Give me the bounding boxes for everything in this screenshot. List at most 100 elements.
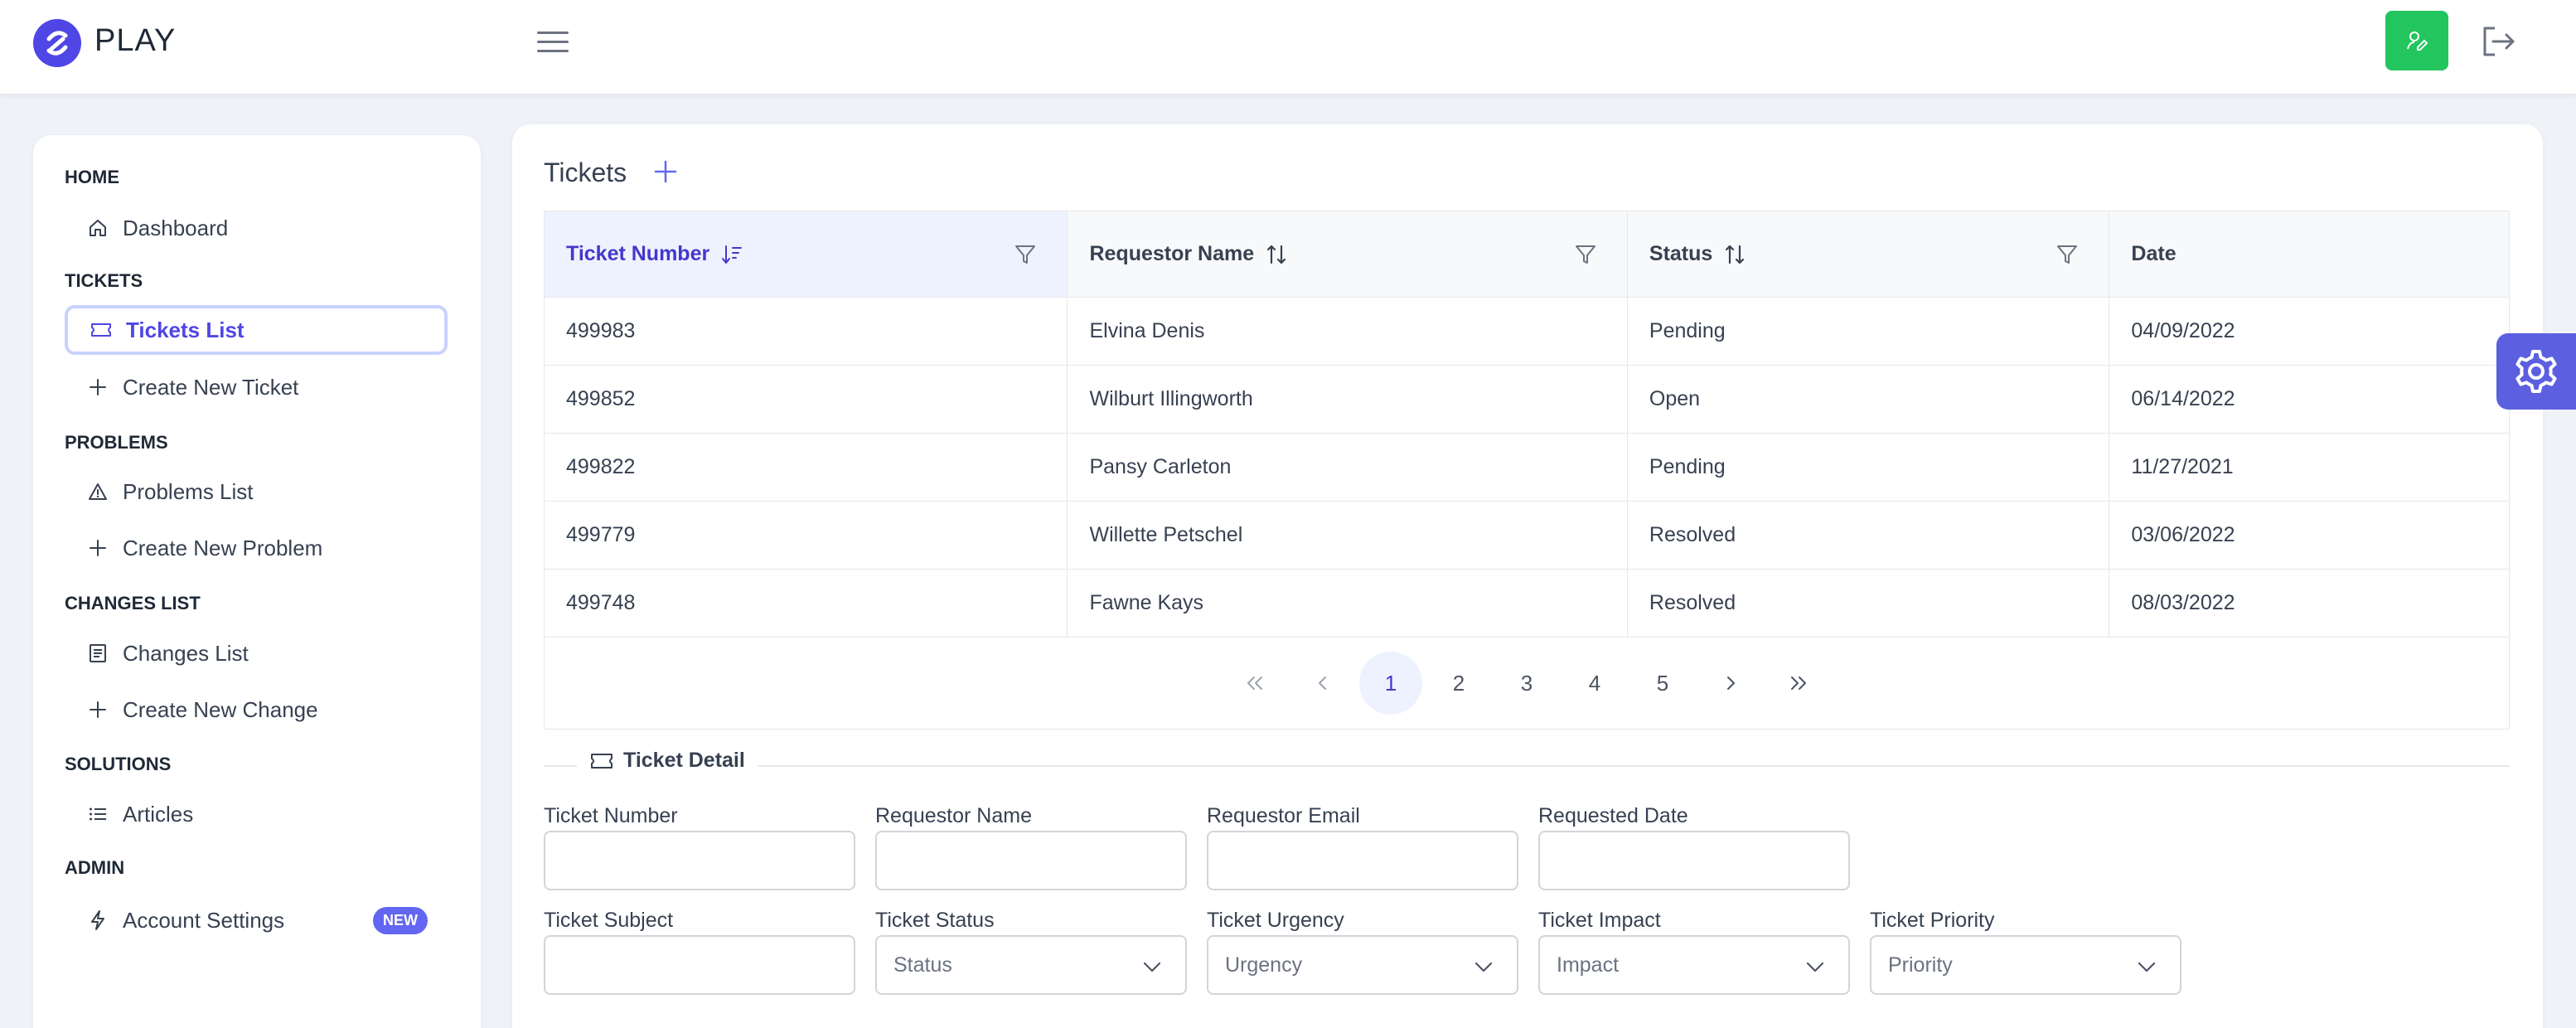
plus-icon — [86, 376, 109, 399]
page-button-2[interactable]: 2 — [1427, 652, 1490, 715]
status-select-value: Status — [893, 953, 952, 977]
column-label: Date — [2131, 242, 2177, 265]
new-badge: NEW — [373, 907, 428, 934]
chevron-down-icon — [1806, 962, 1824, 972]
list-icon — [86, 803, 109, 826]
gear-icon — [2515, 350, 2557, 393]
cell-ticket-number: 499748 — [545, 570, 1068, 637]
ticket-impact-label: Ticket Impact — [1538, 909, 1661, 932]
chevron-down-icon — [1143, 962, 1161, 972]
layout-config-button[interactable] — [2496, 333, 2576, 410]
status-select[interactable]: Status — [875, 935, 1187, 995]
sidebar-item-create-new-ticket[interactable]: Create New Ticket — [65, 362, 448, 412]
tickets-panel: Tickets Ticket Number Requestor Name Sta… — [512, 124, 2543, 1028]
filter-icon[interactable] — [1014, 243, 1037, 266]
hamburger-menu-icon[interactable] — [534, 27, 574, 58]
cell-status: Pending — [1628, 434, 2110, 501]
page-title: Tickets — [544, 158, 627, 187]
chevron-left-icon — [1319, 676, 1326, 690]
add-ticket-icon[interactable] — [653, 159, 678, 184]
cell-ticket-number: 499822 — [545, 434, 1068, 501]
filter-icon[interactable] — [1574, 243, 1597, 266]
column-header-ticket-number[interactable]: Ticket Number — [545, 211, 1068, 297]
cell-date: 08/03/2022 — [2131, 591, 2235, 614]
cell-requestor-name: Wilburt Illingworth — [1068, 366, 1628, 433]
urgency-select-value: Urgency — [1225, 953, 1303, 977]
table-row[interactable]: 499779 Willette Petschel Resolved 03/06/… — [545, 502, 2509, 570]
ticket-detail-header: Ticket Detail — [577, 749, 758, 773]
logo-icon[interactable] — [33, 19, 81, 67]
page-button-3[interactable]: 3 — [1495, 652, 1558, 715]
last-page-button[interactable] — [1767, 652, 1830, 715]
column-header-status[interactable]: Status — [1628, 211, 2110, 297]
table-row[interactable]: 499983 Elvina Denis Pending 04/09/2022 — [545, 298, 2509, 366]
ticket-priority-label: Ticket Priority — [1870, 909, 1995, 932]
impact-select[interactable]: Impact — [1538, 935, 1850, 995]
logout-icon[interactable] — [2478, 23, 2518, 60]
ticket-status-label: Ticket Status — [875, 909, 995, 932]
page-button-4[interactable]: 4 — [1563, 652, 1626, 715]
cell-date: 04/09/2022 — [2131, 319, 2235, 342]
home-icon — [86, 216, 109, 240]
tickets-table: Ticket Number Requestor Name Status Date… — [544, 211, 2510, 730]
priority-select[interactable]: Priority — [1870, 935, 2181, 995]
previous-page-button[interactable] — [1291, 652, 1354, 715]
sort-descending-icon[interactable] — [721, 243, 743, 266]
table-row[interactable]: 499852 Wilburt Illingworth Open 06/14/20… — [545, 366, 2509, 434]
edit-profile-button[interactable] — [2385, 11, 2448, 70]
column-header-requestor-name[interactable]: Requestor Name — [1068, 211, 1628, 297]
sort-icon[interactable] — [1266, 243, 1287, 266]
cell-status: Resolved — [1628, 570, 2110, 637]
sidebar-item-tickets-list[interactable]: Tickets List — [65, 305, 448, 355]
sidebar-item-label: Articles — [123, 801, 194, 827]
requested-date-input[interactable] — [1538, 831, 1850, 890]
warning-icon — [86, 480, 109, 503]
cell-requestor-name: Elvina Denis — [1068, 298, 1628, 365]
requestor-email-label: Requestor Email — [1207, 804, 1360, 827]
column-header-date[interactable]: Date — [2109, 211, 2509, 297]
urgency-select[interactable]: Urgency — [1207, 935, 1518, 995]
sidebar-section-changes: CHANGES LIST — [65, 593, 201, 613]
sidebar-section-admin: ADMIN — [65, 857, 125, 878]
ticket-icon — [591, 753, 613, 769]
brand-name: PLAY — [94, 23, 177, 58]
cell-requestor-name: Willette Petschel — [1068, 502, 1628, 569]
ticket-number-label: Ticket Number — [544, 804, 678, 827]
ticket-subject-input[interactable] — [544, 935, 855, 995]
sidebar-item-changes-list[interactable]: Changes List — [65, 628, 448, 678]
double-chevron-right-icon — [1791, 676, 1806, 690]
cell-requestor-name: Fawne Kays — [1068, 570, 1628, 637]
sidebar-item-account-settings[interactable]: Account Settings NEW — [65, 895, 448, 945]
next-page-button[interactable] — [1699, 652, 1762, 715]
priority-select-value: Priority — [1888, 953, 1953, 977]
requestor-name-input[interactable] — [875, 831, 1187, 890]
ticket-icon — [90, 318, 113, 342]
ticket-urgency-label: Ticket Urgency — [1207, 909, 1344, 932]
table-row[interactable]: 499748 Fawne Kays Resolved 08/03/2022 — [545, 570, 2509, 638]
sidebar-section-tickets: TICKETS — [65, 270, 143, 291]
sidebar-item-dashboard[interactable]: Dashboard — [65, 203, 448, 253]
filter-icon[interactable] — [2055, 243, 2079, 266]
user-edit-icon — [2407, 32, 2428, 51]
ticket-number-input[interactable] — [544, 831, 855, 890]
page-button-1[interactable]: 1 — [1359, 652, 1422, 715]
cell-requestor-name: Pansy Carleton — [1068, 434, 1628, 501]
page-button-5[interactable]: 5 — [1631, 652, 1694, 715]
chevron-down-icon — [1474, 962, 1493, 972]
plus-icon — [86, 536, 109, 560]
cell-status: Open — [1628, 366, 2110, 433]
sidebar-item-label: Account Settings — [123, 907, 285, 933]
sidebar-item-problems-list[interactable]: Problems List — [65, 467, 448, 516]
sidebar-item-create-new-problem[interactable]: Create New Problem — [65, 523, 448, 573]
sidebar: HOME Dashboard TICKETS Tickets List Crea… — [33, 135, 481, 1028]
sidebar-item-articles[interactable]: Articles — [65, 789, 448, 839]
sort-icon[interactable] — [1724, 243, 1746, 266]
column-label: Ticket Number — [566, 242, 710, 265]
first-page-button[interactable] — [1223, 652, 1286, 715]
chevron-down-icon — [2138, 962, 2156, 972]
cell-date: 06/14/2022 — [2131, 387, 2235, 410]
sidebar-item-label: Create New Ticket — [123, 374, 299, 400]
sidebar-item-create-new-change[interactable]: Create New Change — [65, 685, 448, 735]
table-row[interactable]: 499822 Pansy Carleton Pending 11/27/2021 — [545, 434, 2509, 502]
requestor-email-input[interactable] — [1207, 831, 1518, 890]
